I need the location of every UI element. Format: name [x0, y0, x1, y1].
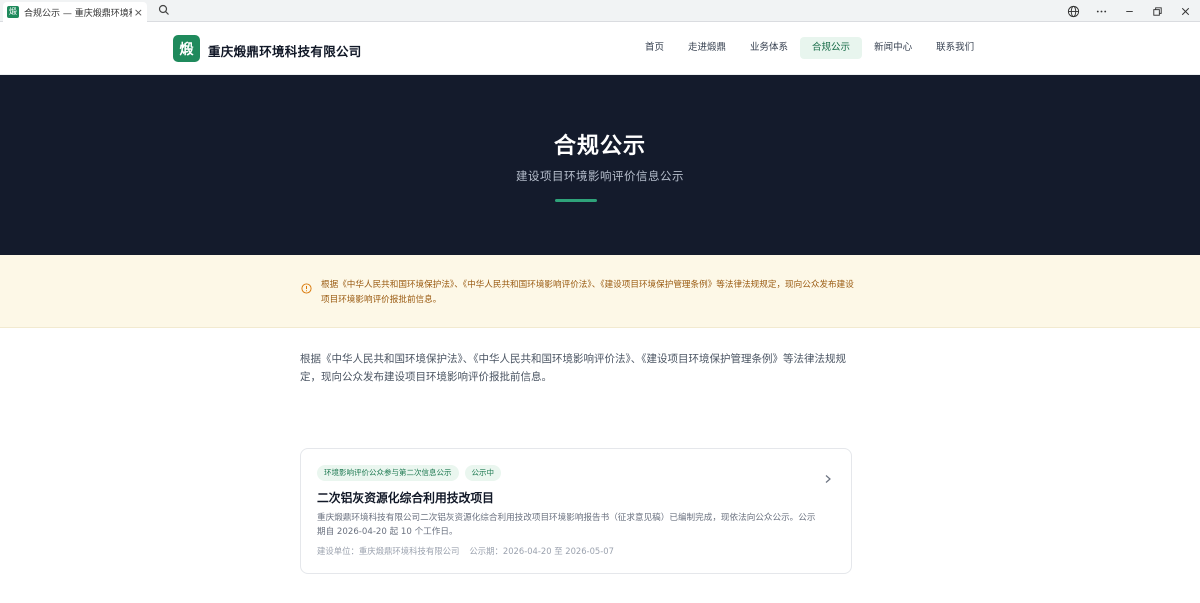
- nav-contact[interactable]: 联系我们: [924, 37, 986, 59]
- restore-icon[interactable]: [1150, 4, 1164, 18]
- company-name[interactable]: 重庆煅鼎环境科技有限公司: [208, 41, 362, 60]
- title-underline: [555, 199, 597, 202]
- nav-home[interactable]: 首页: [633, 37, 676, 59]
- card-period: 公示期：2026-04-20 至 2026-05-07: [469, 546, 614, 556]
- tab-title: 合规公示 — 重庆煅鼎环境科技有限公司: [24, 8, 132, 19]
- tab-close-button[interactable]: ×: [134, 6, 143, 19]
- site-header: 煅 重庆煅鼎环境科技有限公司 首页 走进煅鼎 业务体系 合规公示 新闻中心 联系…: [0, 22, 1200, 75]
- globe-icon[interactable]: [1066, 4, 1080, 18]
- disclosure-card[interactable]: 环境影响评价公众参与第二次信息公示 公示中 二次铝灰资源化综合利用技改项目 重庆…: [300, 448, 852, 574]
- tab-favicon-icon: 煅: [7, 6, 19, 18]
- browser-tab[interactable]: 煅 合规公示 — 重庆煅鼎环境科技有限公司 ×: [3, 2, 147, 22]
- notice-text: 根据《中华人民共和国环境保护法》、《中华人民共和国环境影响评价法》、《建设项目环…: [321, 280, 854, 305]
- page-title: 合规公示: [553, 134, 646, 159]
- nav-business[interactable]: 业务体系: [738, 37, 800, 59]
- chevron-right-icon[interactable]: [823, 469, 833, 483]
- tag-disclosure-type: 环境影响评价公众参与第二次信息公示: [317, 465, 459, 481]
- card-description: 重庆煅鼎环境科技有限公司二次铝灰资源化综合利用技改项目环境影响报告书（征求意见稿…: [317, 513, 816, 537]
- logo-icon[interactable]: 煅: [173, 35, 200, 62]
- more-icon[interactable]: [1094, 4, 1108, 18]
- main-nav: 首页 走进煅鼎 业务体系 合规公示 新闻中心 联系我们: [633, 37, 986, 59]
- card-tags: 环境影响评价公众参与第二次信息公示 公示中: [317, 465, 501, 481]
- card-builder: 建设单位：重庆煅鼎环境科技有限公司: [317, 546, 460, 556]
- hero-banner: 合规公示 建设项目环境影响评价信息公示: [0, 75, 1200, 255]
- card-title[interactable]: 二次铝灰资源化综合利用技改项目: [317, 489, 494, 506]
- card-meta: 建设单位：重庆煅鼎环境科技有限公司 公示期：2026-04-20 至 2026-…: [317, 545, 614, 557]
- intro-text: 根据《中华人民共和国环境保护法》、《中华人民共和国环境影响评价法》、《建设项目环…: [300, 353, 846, 383]
- nav-compliance[interactable]: 合规公示: [800, 37, 863, 59]
- info-icon: [301, 279, 312, 294]
- tab-search-icon[interactable]: [156, 2, 172, 18]
- browser-chrome: 煅 合规公示 — 重庆煅鼎环境科技有限公司 ×: [0, 0, 1200, 22]
- page-subtitle: 建设项目环境影响评价信息公示: [516, 169, 684, 183]
- minimize-icon[interactable]: [1122, 4, 1136, 18]
- status-badge: 公示中: [464, 465, 501, 481]
- nav-about[interactable]: 走进煅鼎: [676, 37, 738, 59]
- nav-news[interactable]: 新闻中心: [862, 37, 924, 59]
- close-window-icon[interactable]: [1178, 4, 1192, 18]
- notice-banner: 根据《中华人民共和国环境保护法》、《中华人民共和国环境影响评价法》、《建设项目环…: [0, 255, 1200, 328]
